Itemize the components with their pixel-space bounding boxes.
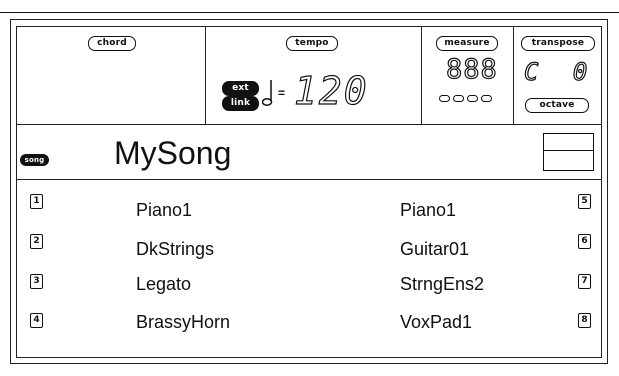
tempo-equals: = <box>278 86 286 100</box>
transpose-label: transpose <box>521 36 595 51</box>
chord-section: chord <box>16 26 206 124</box>
track-name-6[interactable]: Guitar01 <box>400 238 469 260</box>
track-name-1[interactable]: Piano1 <box>136 199 192 221</box>
quarter-note-icon <box>262 80 273 106</box>
beat-dot-3 <box>467 95 478 102</box>
top-rule <box>0 12 619 13</box>
transpose-value: C 0 <box>523 58 598 86</box>
tempo-value: 120 <box>293 69 369 113</box>
transpose-section: transpose C 0 octave <box>514 26 602 124</box>
track-name-5[interactable]: Piano1 <box>400 199 456 221</box>
octave-label: octave <box>525 98 589 113</box>
measure-label: measure <box>436 36 498 51</box>
song-row[interactable]: song MySong <box>16 125 602 180</box>
measure-section: measure 888 <box>422 26 514 124</box>
track-number-5[interactable]: 5 <box>578 194 591 209</box>
track-name-7[interactable]: StrngEns2 <box>400 273 484 295</box>
track-number-1[interactable]: 1 <box>30 194 43 209</box>
song-tag: song <box>20 154 49 166</box>
song-name[interactable]: MySong <box>114 135 231 171</box>
beat-dot-2 <box>453 95 464 102</box>
beat-dot-1 <box>439 95 450 102</box>
tempo-section: tempo ext link = 120 <box>206 26 422 124</box>
track-number-4[interactable]: 4 <box>30 313 43 328</box>
tempo-label: tempo <box>286 36 338 51</box>
track-number-7[interactable]: 7 <box>578 274 591 289</box>
track-name-2[interactable]: DkStrings <box>136 238 214 260</box>
track-number-2[interactable]: 2 <box>30 234 43 249</box>
status-header: chord tempo ext link = 120 measure 888 t… <box>16 26 602 125</box>
track-name-4[interactable]: BrassyHorn <box>136 311 230 333</box>
beat-dot-4 <box>481 95 492 102</box>
link-indicator[interactable]: link <box>222 96 259 111</box>
track-name-3[interactable]: Legato <box>136 273 191 295</box>
track-name-8[interactable]: VoxPad1 <box>400 311 472 333</box>
measure-value: 888 <box>445 54 498 85</box>
chord-label: chord <box>88 36 136 51</box>
ext-indicator[interactable]: ext <box>222 81 259 96</box>
track-number-3[interactable]: 3 <box>30 274 43 289</box>
track-number-6[interactable]: 6 <box>578 234 591 249</box>
track-number-8[interactable]: 8 <box>578 313 591 328</box>
song-select-box[interactable] <box>543 133 594 171</box>
